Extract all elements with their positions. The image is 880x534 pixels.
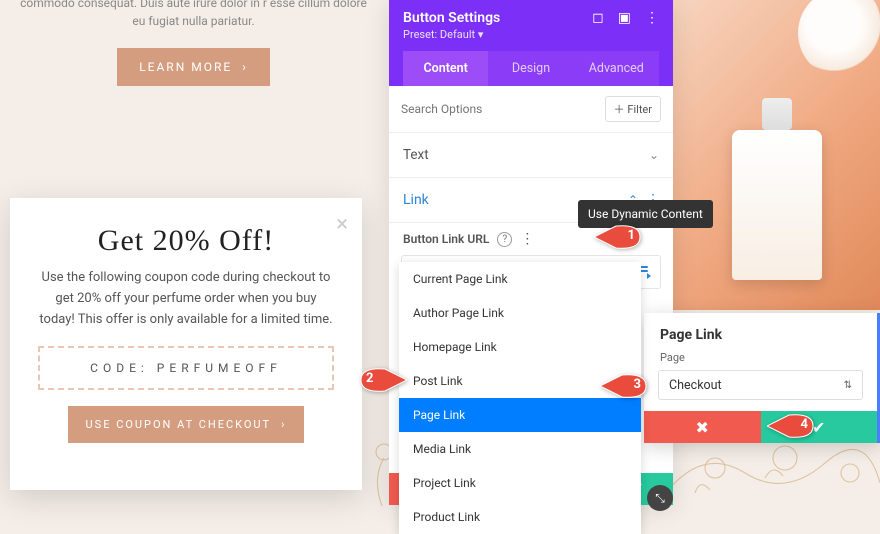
banner-section: commodo consequat. Duis aute irure dolor… — [0, 0, 387, 160]
dropdown-item[interactable]: Post Link — [399, 364, 641, 398]
help-icon[interactable]: ? — [497, 232, 512, 247]
coupon-code-box: CODE: PERFUMEOFF — [38, 346, 334, 390]
panel-title: Button Settings — [403, 10, 500, 26]
focus-icon[interactable]: ◻ — [592, 10, 604, 26]
page-link-title: Page Link — [644, 313, 877, 351]
cancel-button[interactable]: ✖ — [644, 411, 761, 443]
search-input[interactable] — [401, 102, 605, 116]
learn-more-label: LEARN MORE — [139, 60, 232, 74]
dropdown-item[interactable]: Author Page Link — [399, 296, 641, 330]
dropdown-item[interactable]: Homepage Link — [399, 330, 641, 364]
use-coupon-label: USE COUPON AT CHECKOUT — [86, 418, 272, 431]
panel-header: Button Settings ◻ ▣ ⋮ Preset: Default ▾ … — [389, 0, 673, 86]
page-link-label: Page — [644, 351, 877, 370]
search-row: ＋ Filter — [389, 86, 673, 133]
resize-handle-icon[interactable]: ⤡ — [647, 485, 673, 511]
promo-body: Use the following coupon code during che… — [38, 268, 334, 330]
option-text[interactable]: Text ⌄ — [389, 133, 673, 178]
dropdown-item[interactable]: Project Link — [399, 466, 641, 500]
page-select-value: Checkout — [669, 378, 722, 393]
dynamic-content-tooltip: Use Dynamic Content — [578, 200, 713, 228]
perfume-bottle-icon — [732, 130, 822, 280]
page-link-actions: ✖ ✔ — [644, 411, 877, 443]
dropdown-item[interactable]: Product Link — [399, 500, 641, 534]
tab-design[interactable]: Design — [488, 51, 573, 86]
url-label: Button Link URL — [403, 232, 489, 246]
tab-content[interactable]: Content — [403, 51, 488, 86]
preset-selector[interactable]: Preset: Default ▾ — [403, 28, 659, 41]
close-icon[interactable]: × — [336, 212, 348, 237]
panel-tabs: Content Design Advanced — [403, 51, 659, 86]
confirm-button[interactable]: ✔ — [761, 411, 878, 443]
more-icon[interactable]: ⋮ — [520, 231, 533, 247]
tab-advanced[interactable]: Advanced — [574, 51, 659, 86]
option-label: Text — [403, 147, 429, 163]
expand-icon[interactable]: ▣ — [618, 10, 631, 26]
dropdown-item-selected[interactable]: Page Link — [399, 398, 641, 432]
chevron-down-icon: ⌄ — [649, 148, 659, 162]
promo-popup: × Get 20% Off! Use the following coupon … — [10, 198, 362, 490]
dropdown-item[interactable]: Current Page Link — [399, 262, 641, 296]
lorem-text: commodo consequat. Duis aute irure dolor… — [20, 0, 367, 30]
chevron-right-icon: › — [281, 418, 286, 431]
chevron-right-icon: › — [242, 60, 248, 74]
page-link-panel: Page Link Page Checkout ⇅ ✖ ✔ — [644, 313, 880, 443]
select-arrows-icon: ⇅ — [844, 380, 852, 391]
filter-button[interactable]: ＋ Filter — [605, 96, 661, 122]
learn-more-button[interactable]: LEARN MORE › — [117, 48, 270, 86]
more-icon[interactable]: ⋮ — [645, 10, 659, 26]
link-type-dropdown: Current Page Link Author Page Link Homep… — [399, 262, 641, 534]
dropdown-item[interactable]: Media Link — [399, 432, 641, 466]
promo-title: Get 20% Off! — [38, 224, 334, 258]
hero-image — [673, 0, 880, 310]
page-select[interactable]: Checkout ⇅ — [658, 370, 863, 400]
use-coupon-button[interactable]: USE COUPON AT CHECKOUT › — [68, 406, 305, 443]
option-label: Link — [403, 192, 429, 208]
flower-deco-icon — [798, 0, 880, 78]
